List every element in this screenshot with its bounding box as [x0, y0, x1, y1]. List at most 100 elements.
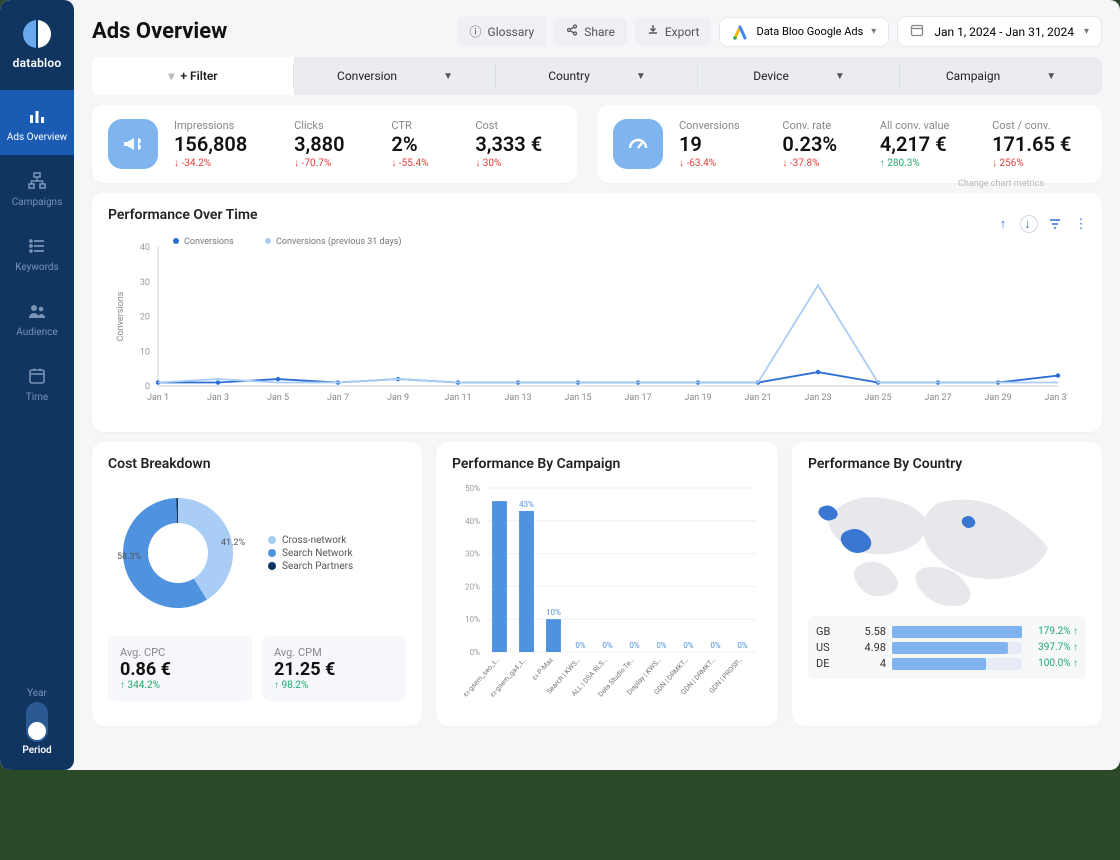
svg-text:Jan 1: Jan 1	[147, 393, 169, 403]
svg-text:0: 0	[145, 382, 150, 392]
date-range-select[interactable]: Jan 1, 2024 - Jan 31, 2024 ▾	[897, 16, 1102, 47]
main-content: Ads Overview ⓘ Glossary Share Export Dat…	[74, 0, 1120, 770]
period-toggle[interactable]: Year Period	[22, 688, 51, 756]
list-icon	[27, 236, 47, 256]
kpi-value: 19	[679, 132, 754, 156]
svg-text:30: 30	[140, 278, 150, 288]
svg-text:0%: 0%	[710, 641, 720, 650]
svg-text:Jan 31: Jan 31	[1044, 393, 1068, 403]
sidebar: databloo Ads Overview Campaigns Keywords…	[0, 0, 74, 770]
glossary-button[interactable]: ⓘ Glossary	[458, 16, 547, 47]
kpi-label: Clicks	[294, 119, 363, 132]
share-label: Share	[584, 25, 615, 39]
kpi-value: 4,217 €	[880, 132, 964, 156]
svg-text:Jan 7: Jan 7	[327, 393, 349, 403]
svg-text:Jan 13: Jan 13	[504, 393, 531, 403]
country-row: GB 5.58 179.2% ↑	[816, 625, 1078, 638]
svg-text:40: 40	[140, 243, 150, 253]
svg-text:10%: 10%	[465, 615, 480, 624]
toggle-year-label: Year	[27, 688, 47, 699]
chart-toolbar: ↑ ↓ ⋮	[994, 215, 1090, 233]
metric-value: 21.25 €	[274, 659, 394, 680]
country-bar	[892, 642, 1022, 654]
sidebar-item-campaigns[interactable]: Campaigns	[0, 155, 74, 220]
kpi-item: All conv. value 4,217 € ↑ 280.3%	[880, 119, 964, 169]
tab-label: Conversion	[337, 69, 397, 83]
kpi-label: Cost / conv.	[992, 119, 1086, 132]
panel-title: Performance By Country	[808, 456, 1086, 472]
kpi-row: Impressions 156,808 ↓ -34.2% Clicks 3,880…	[92, 105, 1102, 183]
country-value: 4.98	[856, 641, 886, 654]
kpi-delta: ↓ -63.4%	[679, 158, 754, 169]
kpi-delta: ↓ -37.8%	[782, 158, 851, 169]
svg-text:0%: 0%	[737, 641, 747, 650]
svg-text:ει-P-Max: ει-P-Max	[530, 656, 555, 682]
chevron-down-icon: ▼	[443, 71, 453, 82]
info-icon: ⓘ	[470, 23, 482, 40]
kpi-value: 3,880	[294, 132, 363, 156]
sitemap-icon	[27, 171, 47, 191]
performance-by-country-panel: Performance By Country GB 5.58 179.2%	[792, 442, 1102, 726]
arrow-up-icon[interactable]: ↑	[994, 215, 1012, 233]
export-button[interactable]: Export	[635, 17, 712, 46]
chevron-down-icon: ▼	[636, 71, 646, 82]
chevron-down-icon: ▼	[835, 71, 845, 82]
kpi-delta: ↓ -70.7%	[294, 158, 363, 169]
filter-icon: ▾	[168, 69, 174, 83]
sidebar-item-audience[interactable]: Audience	[0, 285, 74, 350]
page-title: Ads Overview	[92, 19, 227, 44]
tab-country[interactable]: Country▼	[496, 57, 698, 95]
sidebar-item-label: Campaigns	[12, 197, 63, 208]
sidebar-item-time[interactable]: Time	[0, 350, 74, 415]
cost-breakdown-panel: Cost Breakdown 41.2%58.3% Cross-networkS…	[92, 442, 422, 726]
kpi-item: Cost / conv. 171.65 € ↓ 256%	[992, 119, 1086, 169]
tab-device[interactable]: Device ▼	[698, 57, 900, 95]
svg-text:30%: 30%	[465, 550, 480, 559]
kpi-delta: ↓ -55.4%	[391, 158, 447, 169]
kpi-grid-left: Impressions 156,808 ↓ -34.2% Clicks 3,880…	[174, 119, 561, 169]
kpi-label: Conversions	[679, 119, 754, 132]
country-change: 397.7% ↑	[1028, 642, 1078, 653]
donut-chart: 41.2%58.3%	[108, 478, 258, 628]
svg-text:Jan 11: Jan 11	[444, 393, 471, 403]
logo-icon	[21, 18, 53, 50]
glossary-label: Glossary	[488, 25, 535, 39]
connector-label: Data Bloo Google Ads	[756, 25, 863, 38]
country-value: 4	[856, 657, 886, 670]
bar-chart-icon	[27, 106, 47, 126]
export-label: Export	[665, 25, 700, 39]
country-table: GB 5.58 179.2% ↑ US 4.98 397.7% ↑ DE 4 1…	[808, 616, 1086, 679]
svg-text:50%: 50%	[465, 484, 480, 493]
kpi-item: Impressions 156,808 ↓ -34.2%	[174, 119, 266, 169]
share-button[interactable]: Share	[554, 17, 627, 46]
avg-cpm-card: Avg. CPM 21.25 € ↑ 98.2%	[262, 636, 406, 701]
country-row: DE 4 100.0% ↑	[816, 657, 1078, 670]
tab-conversion[interactable]: Conversion ▼	[294, 57, 496, 95]
metric-picker-button[interactable]: ↓	[1020, 215, 1038, 233]
country-code: GB	[816, 625, 850, 638]
panel-title: Performance Over Time	[108, 207, 1086, 223]
chevron-down-icon: ▾	[1084, 26, 1089, 37]
svg-text:43%: 43%	[519, 500, 534, 509]
svg-text:0%: 0%	[656, 641, 666, 650]
svg-text:20: 20	[140, 313, 150, 323]
connector-select[interactable]: Data Bloo Google Ads ▾	[719, 17, 889, 47]
tab-campaign[interactable]: Campaign▼	[900, 57, 1102, 95]
sidebar-item-label: Ads Overview	[7, 132, 67, 143]
kpi-item: Clicks 3,880 ↓ -70.7%	[294, 119, 363, 169]
kpi-value: 3,333 €	[475, 132, 561, 156]
sidebar-item-ads-overview[interactable]: Ads Overview	[0, 90, 74, 155]
tab-label: Device	[753, 69, 789, 83]
metric-label: Avg. CPC	[120, 646, 240, 659]
tab-label: + Filter	[180, 69, 217, 83]
filter-icon[interactable]	[1046, 215, 1064, 233]
tab-filter[interactable]: ▾ + Filter	[92, 57, 294, 95]
legend-item: Search Partners	[268, 561, 353, 572]
sidebar-item-keywords[interactable]: Keywords	[0, 220, 74, 285]
bar-chart: 0%10%20%30%40%50%ει-gsem_seo_t…43%ει-gse…	[452, 478, 762, 708]
users-icon	[27, 301, 47, 321]
avg-cpc-card: Avg. CPC 0.86 € ↑ 344.2%	[108, 636, 252, 701]
kpi-grid-right: Conversions 19 ↓ -63.4%Conv. rate 0.23% …	[679, 119, 1086, 169]
gauge-icon	[613, 119, 663, 169]
more-icon[interactable]: ⋮	[1072, 215, 1090, 233]
